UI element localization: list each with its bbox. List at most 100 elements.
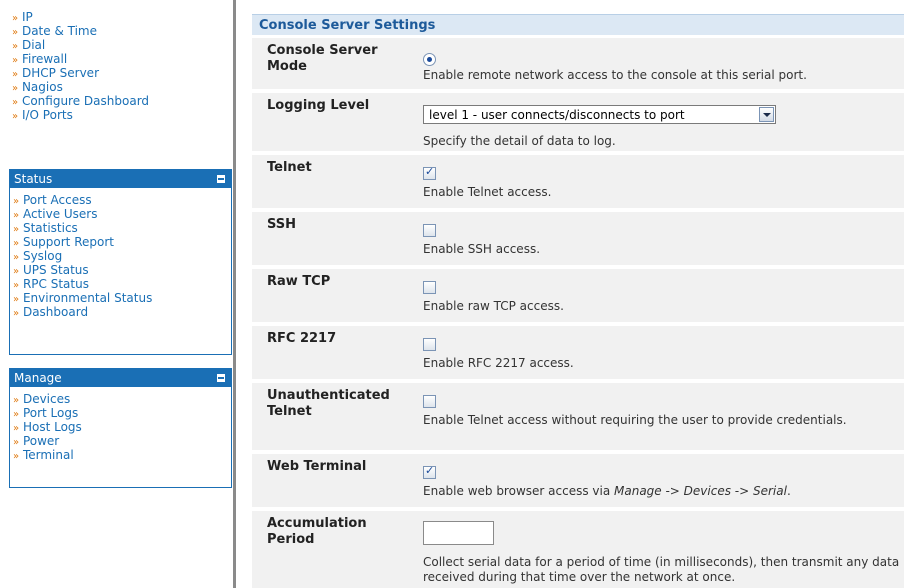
field-help: Collect serial data for a period of time… — [423, 555, 900, 584]
link-arrow-icon: » — [13, 308, 20, 319]
link-label: Active Users — [22, 207, 98, 221]
link-label: Devices — [22, 392, 71, 406]
configure-links: » IP » Date & Time » Dial » Firewall » D… — [9, 11, 232, 123]
link-label: DHCP Server — [21, 66, 99, 80]
sidebar-link-ip[interactable]: » IP — [9, 11, 232, 25]
field-help: Enable RFC 2217 access. — [423, 356, 574, 370]
field-help: Enable web browser access via Manage -> … — [423, 484, 791, 499]
chevron-down-icon[interactable] — [759, 107, 774, 122]
sidebar-link-host-logs[interactable]: » Host Logs — [10, 421, 231, 435]
link-label: Power — [22, 434, 60, 448]
field-label: SSH — [267, 217, 297, 232]
sidebar-link-power[interactable]: » Power — [10, 435, 231, 449]
link-arrow-icon: » — [13, 266, 20, 277]
sidebar-link-support-report[interactable]: » Support Report — [10, 236, 231, 250]
sidebar-link-terminal[interactable]: » Terminal — [10, 449, 231, 463]
console-server-mode-radio[interactable] — [423, 53, 436, 66]
sidebar-link-dial[interactable]: » Dial — [9, 39, 232, 53]
row-accumulation-period: Accumulation Period Collect serial data … — [252, 511, 904, 588]
link-arrow-icon: » — [12, 97, 19, 108]
link-arrow-icon: » — [13, 280, 20, 291]
section-title: Console Server Settings — [252, 14, 904, 35]
telnet-checkbox[interactable] — [423, 165, 436, 180]
link-label: Dashboard — [22, 305, 89, 319]
sidebar-link-firewall[interactable]: » Firewall — [9, 53, 232, 67]
field-help: Enable remote network access to the cons… — [423, 68, 807, 82]
settings-panel: Console Server Settings Console Server M… — [252, 14, 904, 588]
sidebar-link-nagios[interactable]: » Nagios — [9, 81, 232, 95]
sidebar-link-syslog[interactable]: » Syslog — [10, 250, 231, 264]
link-arrow-icon: » — [12, 13, 19, 24]
link-label: Terminal — [22, 448, 74, 462]
field-help: Enable SSH access. — [423, 242, 541, 256]
row-ssh: SSH Enable SSH access. — [252, 212, 904, 265]
field-label: Web Terminal — [267, 459, 367, 474]
sidebar: » IP » Date & Time » Dial » Firewall » D… — [0, 0, 233, 588]
link-label: Nagios — [21, 80, 63, 94]
row-web-terminal: Web Terminal Enable web browser access v… — [252, 454, 904, 507]
sidebar-link-ups-status[interactable]: » UPS Status — [10, 264, 231, 278]
link-arrow-icon: » — [12, 41, 19, 52]
sidebar-link-active-users[interactable]: » Active Users — [10, 208, 231, 222]
web-terminal-checkbox[interactable] — [423, 464, 436, 479]
link-arrow-icon: » — [12, 55, 19, 66]
link-label: Syslog — [22, 249, 63, 263]
manage-panel-header: Manage — [10, 369, 231, 387]
collapse-icon[interactable] — [217, 374, 225, 382]
collapse-icon[interactable] — [217, 175, 225, 183]
field-help: Enable Telnet access. — [423, 185, 552, 199]
sidebar-link-statistics[interactable]: » Statistics — [10, 222, 231, 236]
link-label: Port Logs — [22, 406, 79, 420]
row-raw-tcp: Raw TCP Enable raw TCP access. — [252, 269, 904, 322]
help-path: Manage -> Devices -> Serial — [614, 484, 787, 498]
sidebar-link-io-ports[interactable]: » I/O Ports — [9, 109, 232, 123]
manage-panel-title: Manage — [14, 371, 62, 385]
field-label: Accumulation Period — [267, 516, 367, 547]
link-label: Firewall — [21, 52, 68, 66]
field-label: Logging Level — [267, 98, 370, 113]
link-arrow-icon: » — [13, 224, 20, 235]
sidebar-link-devices[interactable]: » Devices — [10, 393, 231, 407]
link-label: Dial — [21, 38, 46, 52]
status-panel: Status » Port Access » Active Users » St… — [9, 169, 232, 355]
link-label: IP — [21, 10, 33, 24]
link-arrow-icon: » — [12, 83, 19, 94]
sidebar-link-port-access[interactable]: » Port Access — [10, 194, 231, 208]
link-arrow-icon: » — [13, 252, 20, 263]
link-arrow-icon: » — [13, 437, 20, 448]
field-label: RFC 2217 — [267, 331, 337, 346]
link-label: Date & Time — [21, 24, 97, 38]
link-arrow-icon: » — [13, 423, 20, 434]
link-arrow-icon: » — [13, 395, 20, 406]
link-label: Support Report — [22, 235, 114, 249]
unauthenticated-telnet-checkbox[interactable] — [423, 395, 436, 408]
field-help: Specify the detail of data to log. — [423, 134, 616, 148]
field-label: Unauthenticated Telnet — [267, 388, 390, 419]
sidebar-link-dashboard[interactable]: » Dashboard — [10, 306, 231, 320]
sidebar-link-environmental-status[interactable]: » Environmental Status — [10, 292, 231, 306]
link-arrow-icon: » — [12, 111, 19, 122]
sidebar-link-dhcp-server[interactable]: » DHCP Server — [9, 67, 232, 81]
ssh-checkbox[interactable] — [423, 224, 436, 237]
link-label: I/O Ports — [21, 108, 73, 122]
row-unauthenticated-telnet: Unauthenticated Telnet Enable Telnet acc… — [252, 383, 904, 450]
sidebar-link-rpc-status[interactable]: » RPC Status — [10, 278, 231, 292]
row-logging-level: Logging Level level 1 - user connects/di… — [252, 93, 904, 151]
rfc2217-checkbox[interactable] — [423, 338, 436, 351]
link-label: Configure Dashboard — [21, 94, 150, 108]
logging-level-select[interactable]: level 1 - user connects/disconnects to p… — [423, 105, 776, 124]
sidebar-link-configure-dashboard[interactable]: » Configure Dashboard — [9, 95, 232, 109]
link-arrow-icon: » — [13, 196, 20, 207]
link-arrow-icon: » — [13, 294, 20, 305]
sidebar-divider — [233, 0, 236, 588]
field-help: Enable Telnet access without requiring t… — [423, 413, 847, 427]
status-panel-header: Status — [10, 170, 231, 188]
sidebar-link-port-logs[interactable]: » Port Logs — [10, 407, 231, 421]
accumulation-period-input[interactable] — [423, 521, 494, 545]
select-value: level 1 - user connects/disconnects to p… — [429, 108, 685, 122]
link-label: Port Access — [22, 193, 92, 207]
row-rfc2217: RFC 2217 Enable RFC 2217 access. — [252, 326, 904, 379]
link-arrow-icon: » — [13, 451, 20, 462]
raw-tcp-checkbox[interactable] — [423, 281, 436, 294]
sidebar-link-date-time[interactable]: » Date & Time — [9, 25, 232, 39]
